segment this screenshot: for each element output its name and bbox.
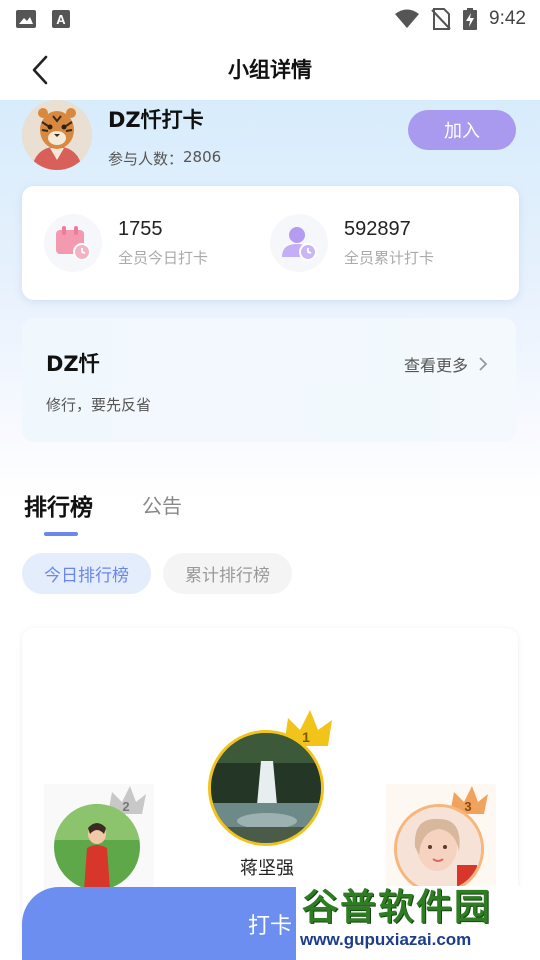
text-a-icon: A xyxy=(52,10,70,28)
tab-ranking[interactable]: 排行榜 xyxy=(24,488,93,522)
image-icon xyxy=(16,10,36,28)
stat-total: 592897 全员累计打卡 xyxy=(270,214,434,272)
ranking-filter-chips: 今日排行榜 累计排行榜 xyxy=(22,553,292,595)
silver-rank-number: 2 xyxy=(122,799,129,814)
site-watermark: 谷普软件园 www.gupuxiazai.com xyxy=(296,886,540,960)
chip-today-ranking[interactable]: 今日排行榜 xyxy=(22,553,151,594)
chip-total-ranking[interactable]: 累计排行榜 xyxy=(163,553,292,594)
page-title: 小组详情 xyxy=(228,58,312,82)
stat-today-value: 1755 xyxy=(118,218,163,240)
stat-today-label: 全员今日打卡 xyxy=(118,249,209,267)
back-arrow-icon[interactable] xyxy=(26,54,54,86)
watermark-url: www.gupuxiazai.com xyxy=(300,930,472,949)
group-avatar[interactable] xyxy=(22,100,92,170)
status-bar: A 9:42 xyxy=(0,0,540,38)
stat-today: 1755 全员今日打卡 xyxy=(44,214,208,272)
podium-first-name: 蒋坚强 xyxy=(240,858,294,879)
stat-total-icon-wrap xyxy=(270,214,328,272)
podium-third-avatar xyxy=(394,804,484,894)
group-name: DZ忏打卡 xyxy=(108,108,204,132)
watermark-text: 谷普软件园 xyxy=(302,887,493,928)
join-button[interactable]: 加入 xyxy=(408,110,516,150)
woman-portrait-photo xyxy=(397,807,481,891)
group-header: DZ忏打卡 参与人数： 2806 加入 xyxy=(22,100,518,172)
view-more-link[interactable]: 查看更多 xyxy=(404,352,488,376)
svg-text:A: A xyxy=(56,12,66,27)
info-description: 修行，要先反省 xyxy=(46,396,152,414)
tiger-portrait-image xyxy=(22,100,92,170)
status-left: A xyxy=(16,10,70,28)
group-info-card: DZ忏 查看更多 修行，要先反省 xyxy=(22,318,516,442)
user-clock-icon xyxy=(282,227,317,261)
stats-card: 1755 全员今日打卡 592897 全员累计打卡 xyxy=(22,186,519,300)
calendar-clock-icon xyxy=(56,226,91,261)
content-tabs: 排行榜 公告 xyxy=(22,484,322,544)
stat-total-text: 592897 全员累计打卡 xyxy=(344,218,434,268)
chevron-right-icon xyxy=(479,357,488,371)
waterfall-photo xyxy=(211,733,321,843)
stat-today-icon-wrap xyxy=(44,214,102,272)
member-count-row: 参与人数： 2806 xyxy=(108,148,221,169)
member-count-value: 2806 xyxy=(183,148,222,166)
stat-total-label: 全员累计打卡 xyxy=(344,249,435,267)
status-time: 9:42 xyxy=(489,8,526,29)
podium-second-avatar xyxy=(54,804,140,890)
member-count-label: 参与人数： xyxy=(108,150,184,168)
tab-active-indicator xyxy=(44,532,78,536)
view-more-label: 查看更多 xyxy=(403,356,468,375)
stat-today-text: 1755 全员今日打卡 xyxy=(118,218,208,268)
podium-first-avatar xyxy=(208,730,324,846)
woman-red-dress-photo xyxy=(54,804,140,890)
battery-charging-icon xyxy=(463,8,478,30)
info-title: DZ忏 xyxy=(46,352,100,376)
no-sim-icon xyxy=(431,8,451,30)
tab-notice[interactable]: 公告 xyxy=(142,490,182,519)
wifi-icon xyxy=(395,9,420,28)
status-right: 9:42 xyxy=(395,8,526,30)
header-bar: 小组详情 xyxy=(0,38,540,100)
podium-second[interactable]: 2 xyxy=(44,784,154,904)
stat-total-value: 592897 xyxy=(344,218,411,240)
